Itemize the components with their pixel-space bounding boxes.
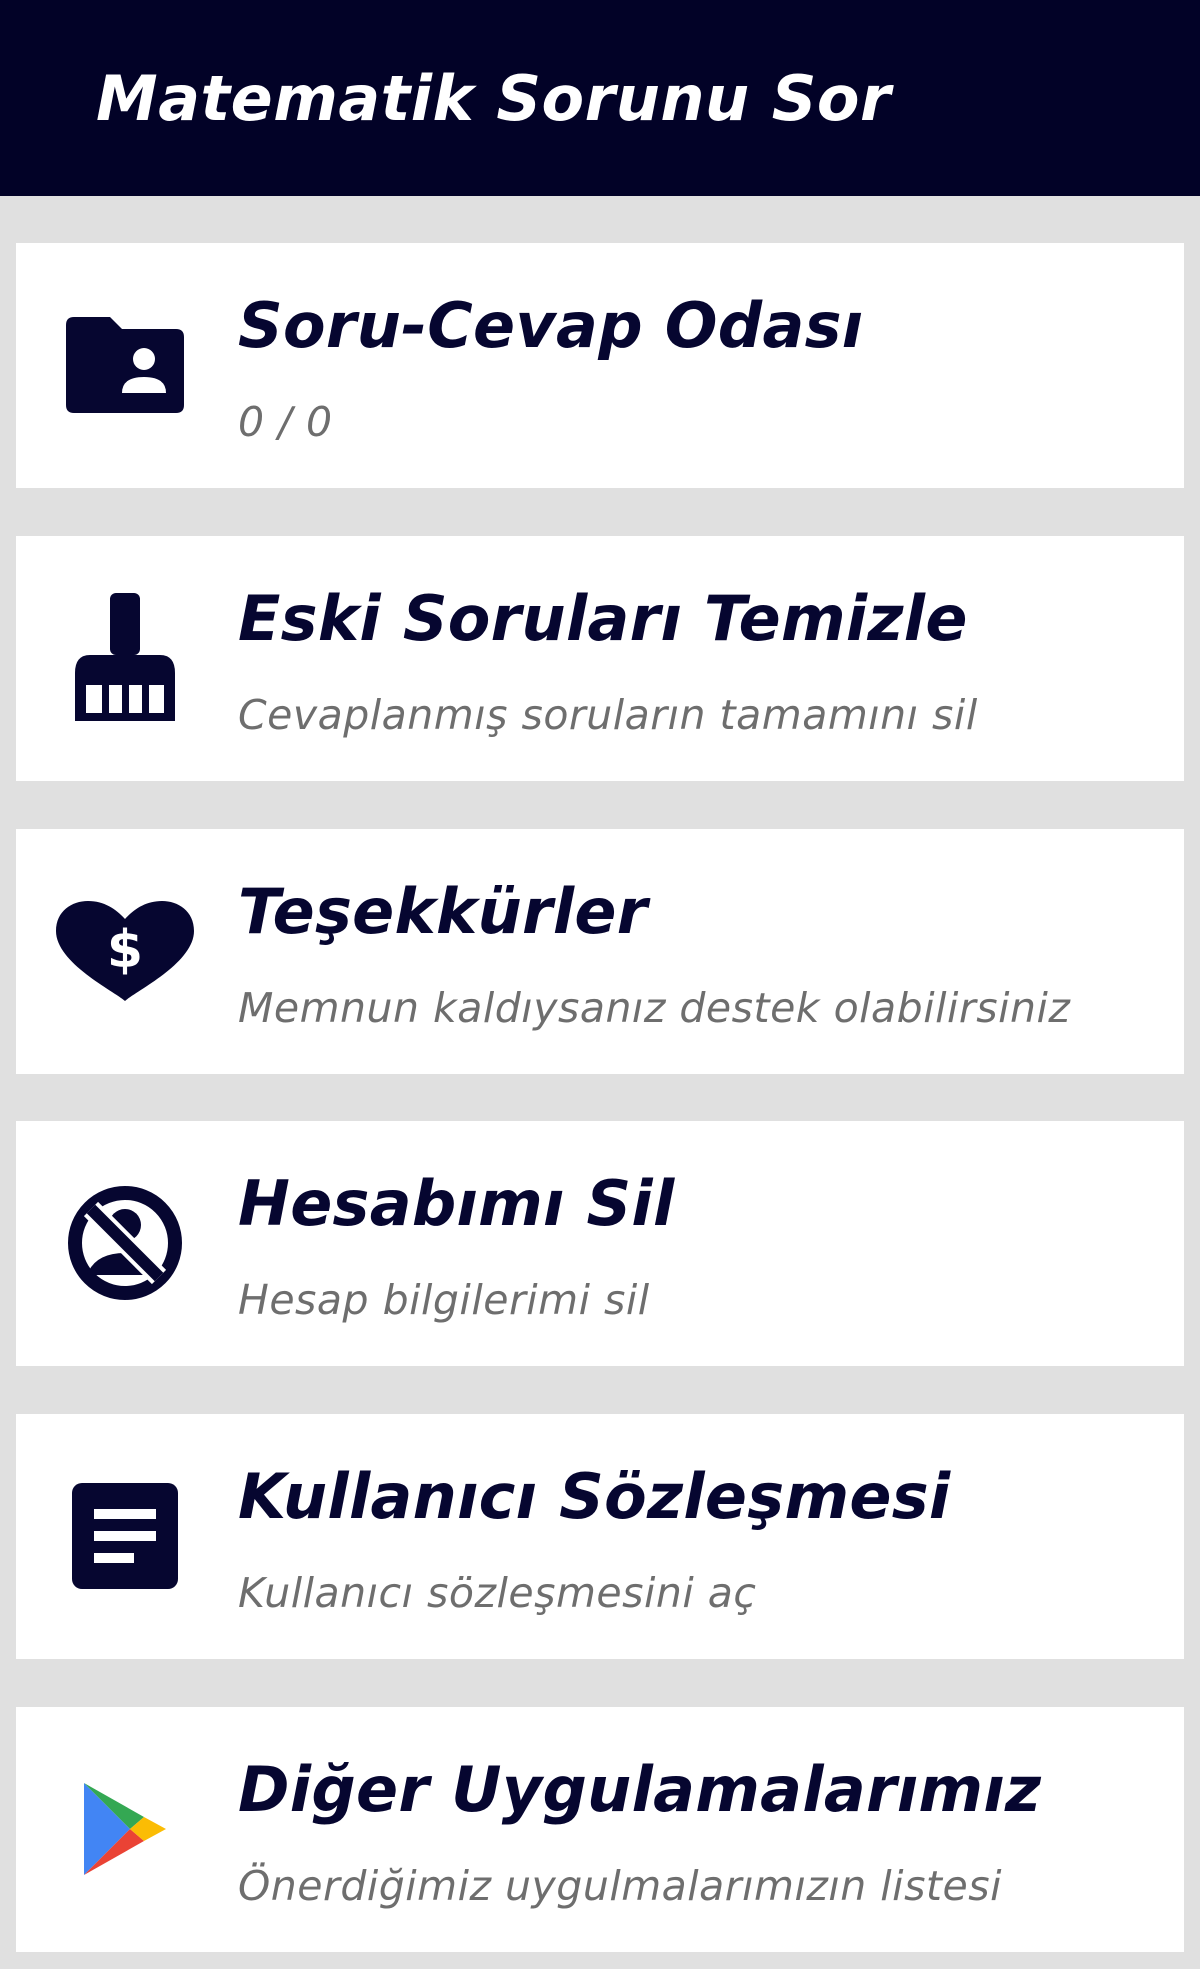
- menu-item-subtitle: Memnun kaldıysanız destek olabilirsiniz: [238, 984, 1071, 1032]
- svg-text:$: $: [106, 920, 142, 980]
- menu-item-title: Eski Soruları Temizle: [238, 582, 968, 655]
- menu-item-other-apps[interactable]: Diğer Uygulamalarımız Önerdiğimiz uygulm…: [16, 1707, 1184, 1952]
- menu-item-subtitle: Cevaplanmış soruların tamamını sil: [238, 691, 978, 739]
- menu-item-user-agreement[interactable]: Kullanıcı Sözleşmesi Kullanıcı sözleşmes…: [16, 1414, 1184, 1659]
- menu-item-question-room[interactable]: Soru-Cevap Odası 0 / 0: [16, 243, 1184, 488]
- menu-item-clear-old-questions[interactable]: Eski Soruları Temizle Cevaplanmış sorula…: [16, 536, 1184, 781]
- app-bar: Matematik Sorunu Sor: [0, 0, 1200, 196]
- app-title: Matematik Sorunu Sor: [96, 62, 892, 135]
- menu-item-delete-account[interactable]: Hesabımı Sil Hesap bilgilerimi sil: [16, 1121, 1184, 1366]
- folder-shared-icon: [52, 300, 197, 430]
- menu-item-title: Teşekkürler: [238, 875, 648, 948]
- menu-item-subtitle: Hesap bilgilerimi sil: [238, 1276, 650, 1324]
- menu-item-thanks[interactable]: $ Teşekkürler Memnun kaldıysanız destek …: [16, 829, 1184, 1074]
- google-play-icon: [52, 1764, 197, 1894]
- cleaning-brush-icon: [52, 593, 197, 723]
- menu-item-title: Diğer Uygulamalarımız: [238, 1753, 1042, 1826]
- menu-item-title: Hesabımı Sil: [238, 1167, 675, 1240]
- menu-item-title: Kullanıcı Sözleşmesi: [238, 1460, 951, 1533]
- menu-item-subtitle: 0 / 0: [238, 398, 333, 446]
- document-icon: [52, 1471, 197, 1601]
- menu-item-subtitle: Önerdiğimiz uygulmalarımızın listesi: [238, 1862, 1002, 1910]
- menu-item-title: Soru-Cevap Odası: [238, 289, 864, 362]
- no-account-icon: [52, 1178, 197, 1308]
- menu-item-subtitle: Kullanıcı sözleşmesini aç: [238, 1569, 757, 1617]
- heart-dollar-icon: $: [52, 886, 197, 1016]
